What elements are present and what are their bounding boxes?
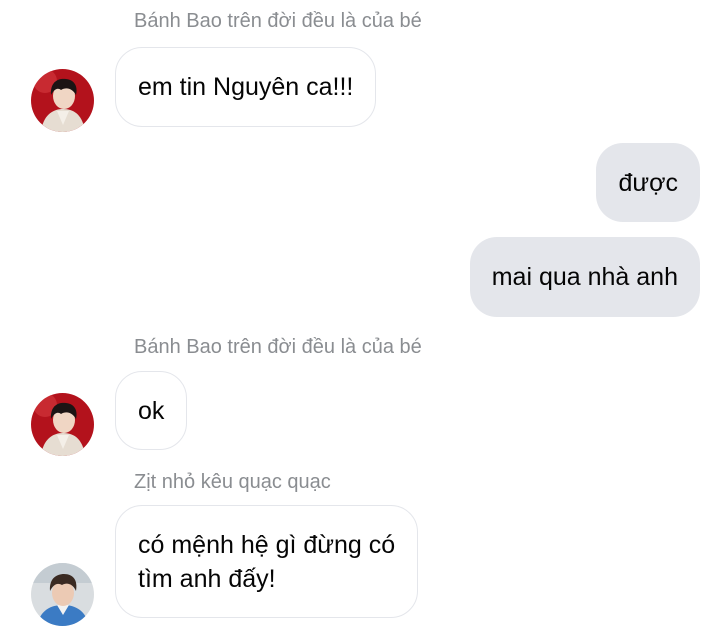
message-text: em tin Nguyên ca!!!: [138, 73, 354, 101]
message-bubble-incoming[interactable]: có mệnh hệ gì đừng có tìm anh đấy!: [115, 505, 419, 618]
message-text: mai qua nhà anh: [491, 263, 678, 291]
profile-photo-icon: [31, 563, 94, 626]
message-bubble-incoming[interactable]: ok: [115, 371, 188, 450]
avatar-2[interactable]: [31, 393, 94, 456]
message-text: có mệnh hệ gì đừng có tìm anh đấy!: [138, 530, 396, 593]
sender-name-2: Bánh Bao trên đời đều là của bé: [134, 336, 422, 358]
message-text: được: [618, 168, 678, 197]
profile-photo-icon: [31, 69, 94, 132]
avatar-1[interactable]: [31, 69, 94, 132]
sender-name-1: Bánh Bao trên đời đều là của bé: [134, 10, 422, 32]
message-bubble-outgoing[interactable]: mai qua nhà anh: [469, 237, 700, 317]
profile-photo-icon: [31, 393, 94, 456]
message-text: ok: [138, 396, 165, 425]
message-bubble-incoming[interactable]: em tin Nguyên ca!!!: [115, 47, 377, 127]
avatar-3[interactable]: [31, 563, 94, 626]
sender-name-3: Zịt nhỏ kêu quạc quạc: [134, 471, 331, 493]
message-bubble-outgoing[interactable]: được: [596, 143, 700, 222]
